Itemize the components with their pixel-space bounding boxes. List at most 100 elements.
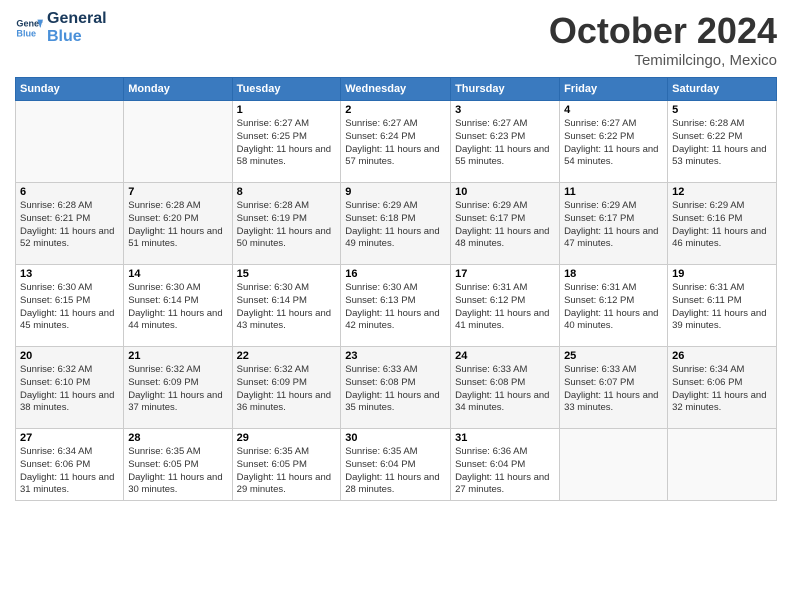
calendar-cell: 14Sunrise: 6:30 AM Sunset: 6:14 PM Dayli… — [124, 265, 232, 347]
calendar-body: 1 Sunrise: 6:27 AM Sunset: 6:25 PM Daylig… — [16, 101, 777, 501]
calendar-cell: 13 Sunrise: 6:30 AM Sunset: 6:15 PM Dayli… — [16, 265, 124, 347]
day-info: Sunrise: 6:33 AM Sunset: 6:07 PM Dayligh… — [564, 364, 663, 415]
day-info: Sunrise: 6:35 AM Sunset: 6:05 PM Dayligh… — [237, 446, 337, 497]
calendar-cell: 25 Sunrise: 6:33 AM Sunset: 6:07 PM Dayli… — [560, 347, 668, 429]
day-number: 15 — [237, 268, 337, 280]
day-number: 8 — [237, 186, 337, 198]
calendar-cell: 12 Sunrise: 6:29 AM Sunset: 6:16 PM Dayli… — [668, 183, 777, 265]
day-info: Sunrise: 6:31 AM Sunset: 6:12 PM Dayligh… — [455, 282, 555, 333]
weekday-header-sunday: Sunday — [16, 78, 124, 101]
header: General Blue General Blue October 2024 T… — [15, 10, 777, 69]
calendar-table: SundayMondayTuesdayWednesdayThursdayFrid… — [15, 77, 777, 501]
day-number: 1 — [237, 104, 337, 116]
day-number: 6 — [20, 186, 119, 198]
day-info: Sunrise: 6:29 AM Sunset: 6:16 PM Dayligh… — [672, 200, 772, 251]
calendar-week-3: 13 Sunrise: 6:30 AM Sunset: 6:15 PM Dayli… — [16, 265, 777, 347]
calendar-cell: 10Sunrise: 6:29 AM Sunset: 6:17 PM Dayli… — [451, 183, 560, 265]
day-number: 21 — [128, 350, 227, 362]
calendar-week-2: 6 Sunrise: 6:28 AM Sunset: 6:21 PM Daylig… — [16, 183, 777, 265]
calendar-cell — [124, 101, 232, 183]
calendar-cell: 31 Sunrise: 6:36 AM Sunset: 6:04 PM Dayli… — [451, 429, 560, 501]
day-number: 18 — [564, 268, 663, 280]
day-info: Sunrise: 6:31 AM Sunset: 6:11 PM Dayligh… — [672, 282, 772, 333]
logo-line1: General — [47, 10, 107, 28]
calendar-cell: 11Sunrise: 6:29 AM Sunset: 6:17 PM Dayli… — [560, 183, 668, 265]
calendar-cell: 26 Sunrise: 6:34 AM Sunset: 6:06 PM Dayli… — [668, 347, 777, 429]
day-number: 9 — [345, 186, 446, 198]
day-number: 14 — [128, 268, 227, 280]
calendar-cell: 7Sunrise: 6:28 AM Sunset: 6:20 PM Daylig… — [124, 183, 232, 265]
day-info: Sunrise: 6:34 AM Sunset: 6:06 PM Dayligh… — [20, 446, 119, 497]
day-info: Sunrise: 6:27 AM Sunset: 6:24 PM Dayligh… — [345, 118, 446, 169]
calendar-cell — [668, 429, 777, 501]
day-info: Sunrise: 6:34 AM Sunset: 6:06 PM Dayligh… — [672, 364, 772, 415]
day-info: Sunrise: 6:29 AM Sunset: 6:17 PM Dayligh… — [455, 200, 555, 251]
day-info: Sunrise: 6:30 AM Sunset: 6:15 PM Dayligh… — [20, 282, 119, 333]
calendar-cell: 29 Sunrise: 6:35 AM Sunset: 6:05 PM Dayli… — [232, 429, 341, 501]
day-info: Sunrise: 6:36 AM Sunset: 6:04 PM Dayligh… — [455, 446, 555, 497]
day-info: Sunrise: 6:35 AM Sunset: 6:04 PM Dayligh… — [345, 446, 446, 497]
calendar-cell: 2 Sunrise: 6:27 AM Sunset: 6:24 PM Daylig… — [341, 101, 451, 183]
day-number: 5 — [672, 104, 772, 116]
weekday-header-saturday: Saturday — [668, 78, 777, 101]
day-info: Sunrise: 6:32 AM Sunset: 6:09 PM Dayligh… — [128, 364, 227, 415]
page-container: General Blue General Blue October 2024 T… — [0, 0, 792, 612]
calendar-cell: 17Sunrise: 6:31 AM Sunset: 6:12 PM Dayli… — [451, 265, 560, 347]
day-info: Sunrise: 6:30 AM Sunset: 6:14 PM Dayligh… — [237, 282, 337, 333]
day-number: 13 — [20, 268, 119, 280]
calendar-cell: 19 Sunrise: 6:31 AM Sunset: 6:11 PM Dayli… — [668, 265, 777, 347]
day-info: Sunrise: 6:27 AM Sunset: 6:22 PM Dayligh… — [564, 118, 663, 169]
calendar-cell — [16, 101, 124, 183]
day-number: 31 — [455, 432, 555, 444]
day-number: 23 — [345, 350, 446, 362]
day-number: 26 — [672, 350, 772, 362]
day-info: Sunrise: 6:29 AM Sunset: 6:18 PM Dayligh… — [345, 200, 446, 251]
day-info: Sunrise: 6:27 AM Sunset: 6:25 PM Dayligh… — [237, 118, 337, 169]
day-number: 19 — [672, 268, 772, 280]
calendar-cell: 20Sunrise: 6:32 AM Sunset: 6:10 PM Dayli… — [16, 347, 124, 429]
day-info: Sunrise: 6:27 AM Sunset: 6:23 PM Dayligh… — [455, 118, 555, 169]
day-number: 24 — [455, 350, 555, 362]
day-number: 22 — [237, 350, 337, 362]
calendar-cell: 24 Sunrise: 6:33 AM Sunset: 6:08 PM Dayli… — [451, 347, 560, 429]
day-number: 3 — [455, 104, 555, 116]
day-number: 20 — [20, 350, 119, 362]
weekday-header-thursday: Thursday — [451, 78, 560, 101]
calendar-cell: 22 Sunrise: 6:32 AM Sunset: 6:09 PM Dayli… — [232, 347, 341, 429]
logo: General Blue General Blue — [15, 10, 107, 45]
calendar-week-4: 20Sunrise: 6:32 AM Sunset: 6:10 PM Dayli… — [16, 347, 777, 429]
calendar-cell: 18 Sunrise: 6:31 AM Sunset: 6:12 PM Dayli… — [560, 265, 668, 347]
day-number: 11 — [564, 186, 663, 198]
day-number: 30 — [345, 432, 446, 444]
location: Temimilcingo, Mexico — [549, 52, 777, 69]
month-title: October 2024 — [549, 10, 777, 52]
day-number: 7 — [128, 186, 227, 198]
day-number: 27 — [20, 432, 119, 444]
logo-line2: Blue — [47, 28, 107, 46]
calendar-week-1: 1 Sunrise: 6:27 AM Sunset: 6:25 PM Daylig… — [16, 101, 777, 183]
calendar-cell: 5 Sunrise: 6:28 AM Sunset: 6:22 PM Daylig… — [668, 101, 777, 183]
day-info: Sunrise: 6:28 AM Sunset: 6:22 PM Dayligh… — [672, 118, 772, 169]
day-info: Sunrise: 6:30 AM Sunset: 6:13 PM Dayligh… — [345, 282, 446, 333]
day-info: Sunrise: 6:28 AM Sunset: 6:21 PM Dayligh… — [20, 200, 119, 251]
day-info: Sunrise: 6:31 AM Sunset: 6:12 PM Dayligh… — [564, 282, 663, 333]
calendar-header: SundayMondayTuesdayWednesdayThursdayFrid… — [16, 78, 777, 101]
logo-icon: General Blue — [15, 14, 43, 42]
calendar-cell: 3 Sunrise: 6:27 AM Sunset: 6:23 PM Daylig… — [451, 101, 560, 183]
calendar-cell: 4 Sunrise: 6:27 AM Sunset: 6:22 PM Daylig… — [560, 101, 668, 183]
weekday-header-wednesday: Wednesday — [341, 78, 451, 101]
calendar-cell: 27 Sunrise: 6:34 AM Sunset: 6:06 PM Dayli… — [16, 429, 124, 501]
weekday-header-tuesday: Tuesday — [232, 78, 341, 101]
weekday-header-friday: Friday — [560, 78, 668, 101]
calendar-cell: 8Sunrise: 6:28 AM Sunset: 6:19 PM Daylig… — [232, 183, 341, 265]
day-info: Sunrise: 6:33 AM Sunset: 6:08 PM Dayligh… — [455, 364, 555, 415]
calendar-cell: 16Sunrise: 6:30 AM Sunset: 6:13 PM Dayli… — [341, 265, 451, 347]
day-number: 25 — [564, 350, 663, 362]
weekday-header-row: SundayMondayTuesdayWednesdayThursdayFrid… — [16, 78, 777, 101]
day-number: 29 — [237, 432, 337, 444]
day-number: 2 — [345, 104, 446, 116]
day-number: 12 — [672, 186, 772, 198]
day-info: Sunrise: 6:32 AM Sunset: 6:09 PM Dayligh… — [237, 364, 337, 415]
day-number: 4 — [564, 104, 663, 116]
calendar-cell: 23Sunrise: 6:33 AM Sunset: 6:08 PM Dayli… — [341, 347, 451, 429]
